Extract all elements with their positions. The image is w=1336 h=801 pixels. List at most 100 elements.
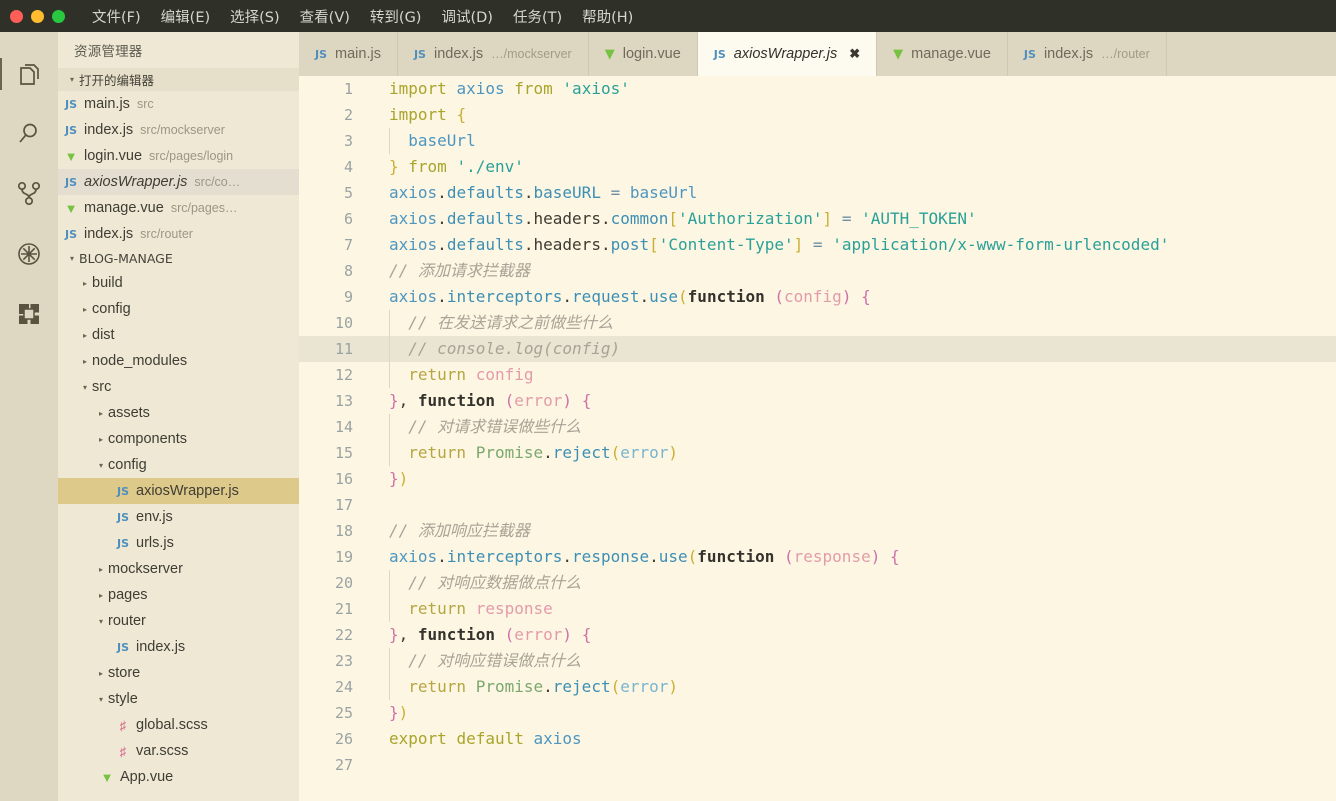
activity-debug-button[interactable]	[0, 224, 58, 284]
line-content: }, function (error) {	[389, 625, 592, 644]
line-number: 26	[334, 730, 353, 748]
tree-item-router[interactable]: router	[58, 608, 299, 634]
activity-search-button[interactable]	[0, 104, 58, 164]
window-controls[interactable]	[10, 9, 65, 23]
code-lines: 1 import axios from 'axios' 2 import { 3…	[299, 76, 1336, 778]
tab-label: index.js	[1043, 46, 1094, 62]
tree-item-build[interactable]: build	[58, 270, 299, 296]
js-file-icon: JS	[64, 227, 77, 241]
menu-file[interactable]: 文件(F)	[83, 2, 150, 31]
tree-item-dist[interactable]: dist	[58, 322, 299, 348]
tree-item-label: pages	[108, 587, 148, 603]
maximize-window-button[interactable]	[52, 9, 65, 23]
code-line: 25 })	[299, 700, 1336, 726]
line-content: return config	[371, 362, 1336, 388]
tree-item-index-js[interactable]: JS index.js	[58, 634, 299, 660]
chevron-down-icon	[78, 383, 92, 392]
line-number: 11	[334, 340, 353, 358]
line-number: 10	[334, 314, 353, 332]
code-line: 20 // 对响应数据做点什么	[299, 570, 1336, 596]
open-editor-name: axiosWrapper.js	[84, 174, 188, 190]
minimize-window-button[interactable]	[31, 9, 44, 23]
tree-item-config-src[interactable]: config	[58, 452, 299, 478]
scss-file-icon: ♯	[119, 717, 127, 733]
menu-view[interactable]: 查看(V)	[291, 2, 359, 31]
menu-bar: 文件(F) 编辑(E) 选择(S) 查看(V) 转到(G) 调试(D) 任务(T…	[83, 2, 642, 31]
tab-manage-vue[interactable]: ▼ manage.vue	[877, 32, 1008, 76]
line-content	[371, 492, 1336, 518]
line-number: 16	[334, 470, 353, 488]
tab-description: …/router	[1101, 47, 1150, 61]
tab-index-js-router[interactable]: JS index.js …/router	[1008, 32, 1167, 76]
chevron-right-icon	[94, 591, 108, 600]
tab-axioswrapper-js[interactable]: JS axiosWrapper.js ✖	[697, 32, 878, 76]
open-editor-item-index-js-router[interactable]: JS index.js src/router	[58, 221, 299, 247]
line-content: })	[389, 703, 409, 722]
tree-item-label: env.js	[136, 509, 173, 525]
close-window-button[interactable]	[10, 9, 23, 23]
tree-item-label: dist	[92, 327, 115, 343]
menu-tasks[interactable]: 任务(T)	[504, 2, 571, 31]
open-editor-item-manage-vue[interactable]: ▼ manage.vue src/pages…	[58, 195, 299, 221]
code-line: 16 })	[299, 466, 1336, 492]
tab-index-js-mockserver[interactable]: JS index.js …/mockserver	[398, 32, 589, 76]
line-number: 5	[343, 184, 353, 202]
workbench: 资源管理器 打开的编辑器 JS main.js src JS index.js …	[0, 32, 1336, 801]
tab-label: axiosWrapper.js	[733, 46, 838, 62]
tree-item-env-js[interactable]: JS env.js	[58, 504, 299, 530]
tree-item-pages[interactable]: pages	[58, 582, 299, 608]
tree-item-global-scss[interactable]: ♯ global.scss	[58, 712, 299, 738]
tree-item-components[interactable]: components	[58, 426, 299, 452]
code-line: 26 export default axios	[299, 726, 1336, 752]
code-editor[interactable]: 1 import axios from 'axios' 2 import { 3…	[299, 76, 1336, 801]
tree-item-label: build	[92, 275, 123, 291]
code-line: 2 import {	[299, 102, 1336, 128]
open-editor-item-main-js[interactable]: JS main.js src	[58, 91, 299, 117]
section-project-header[interactable]: BLOG-MANAGE	[58, 247, 299, 270]
line-number: 25	[334, 704, 353, 722]
tree-item-var-scss[interactable]: ♯ var.scss	[58, 738, 299, 764]
js-file-icon: JS	[116, 484, 129, 498]
code-line: 19 axios.interceptors.response.use(funct…	[299, 544, 1336, 570]
line-content: import axios from 'axios'	[389, 79, 630, 98]
search-icon	[16, 121, 42, 147]
line-content: return Promise.reject(error)	[371, 440, 1336, 466]
code-line: 7 axios.defaults.headers.post['Content-T…	[299, 232, 1336, 258]
tab-label: index.js	[433, 46, 484, 62]
activity-source-control-button[interactable]	[0, 164, 58, 224]
tree-item-assets[interactable]: assets	[58, 400, 299, 426]
tree-item-axioswrapper-js[interactable]: JS axiosWrapper.js	[58, 478, 299, 504]
tree-item-config[interactable]: config	[58, 296, 299, 322]
tab-login-vue[interactable]: ▼ login.vue	[589, 32, 698, 76]
line-content: return Promise.reject(error)	[371, 674, 1336, 700]
code-line: 9 axios.interceptors.request.use(functio…	[299, 284, 1336, 310]
open-editor-item-axioswrapper-js[interactable]: JS axiosWrapper.js src/co…	[58, 169, 299, 195]
activity-extensions-button[interactable]	[0, 284, 58, 344]
menu-debug[interactable]: 调试(D)	[432, 2, 501, 31]
tree-item-src[interactable]: src	[58, 374, 299, 400]
code-line: 3 baseUrl	[299, 128, 1336, 154]
tree-item-store[interactable]: store	[58, 660, 299, 686]
tree-item-style[interactable]: style	[58, 686, 299, 712]
close-icon[interactable]: ✖	[849, 46, 860, 62]
open-editor-path: src	[136, 97, 154, 111]
menu-help[interactable]: 帮助(H)	[573, 2, 642, 31]
menu-edit[interactable]: 编辑(E)	[152, 2, 219, 31]
activity-explorer-button[interactable]	[0, 44, 58, 104]
code-line: 8 // 添加请求拦截器	[299, 258, 1336, 284]
section-open-editors-header[interactable]: 打开的编辑器	[58, 68, 299, 91]
tree-item-app-vue[interactable]: ▼ App.vue	[58, 764, 299, 790]
tree-item-mockserver[interactable]: mockserver	[58, 556, 299, 582]
vscode-window: 文件(F) 编辑(E) 选择(S) 查看(V) 转到(G) 调试(D) 任务(T…	[0, 0, 1336, 801]
tree-item-label: assets	[108, 405, 150, 421]
menu-go[interactable]: 转到(G)	[361, 2, 431, 31]
open-editor-item-index-js-mockserver[interactable]: JS index.js src/mockserver	[58, 117, 299, 143]
vue-file-icon: ▼	[64, 148, 78, 164]
tree-item-node-modules[interactable]: node_modules	[58, 348, 299, 374]
menu-select[interactable]: 选择(S)	[221, 2, 289, 31]
code-line: 22 }, function (error) {	[299, 622, 1336, 648]
tree-item-urls-js[interactable]: JS urls.js	[58, 530, 299, 556]
line-content: axios.defaults.headers.post['Content-Typ…	[389, 235, 1170, 254]
tab-main-js[interactable]: JS main.js	[299, 32, 398, 76]
open-editor-item-login-vue[interactable]: ▼ login.vue src/pages/login	[58, 143, 299, 169]
